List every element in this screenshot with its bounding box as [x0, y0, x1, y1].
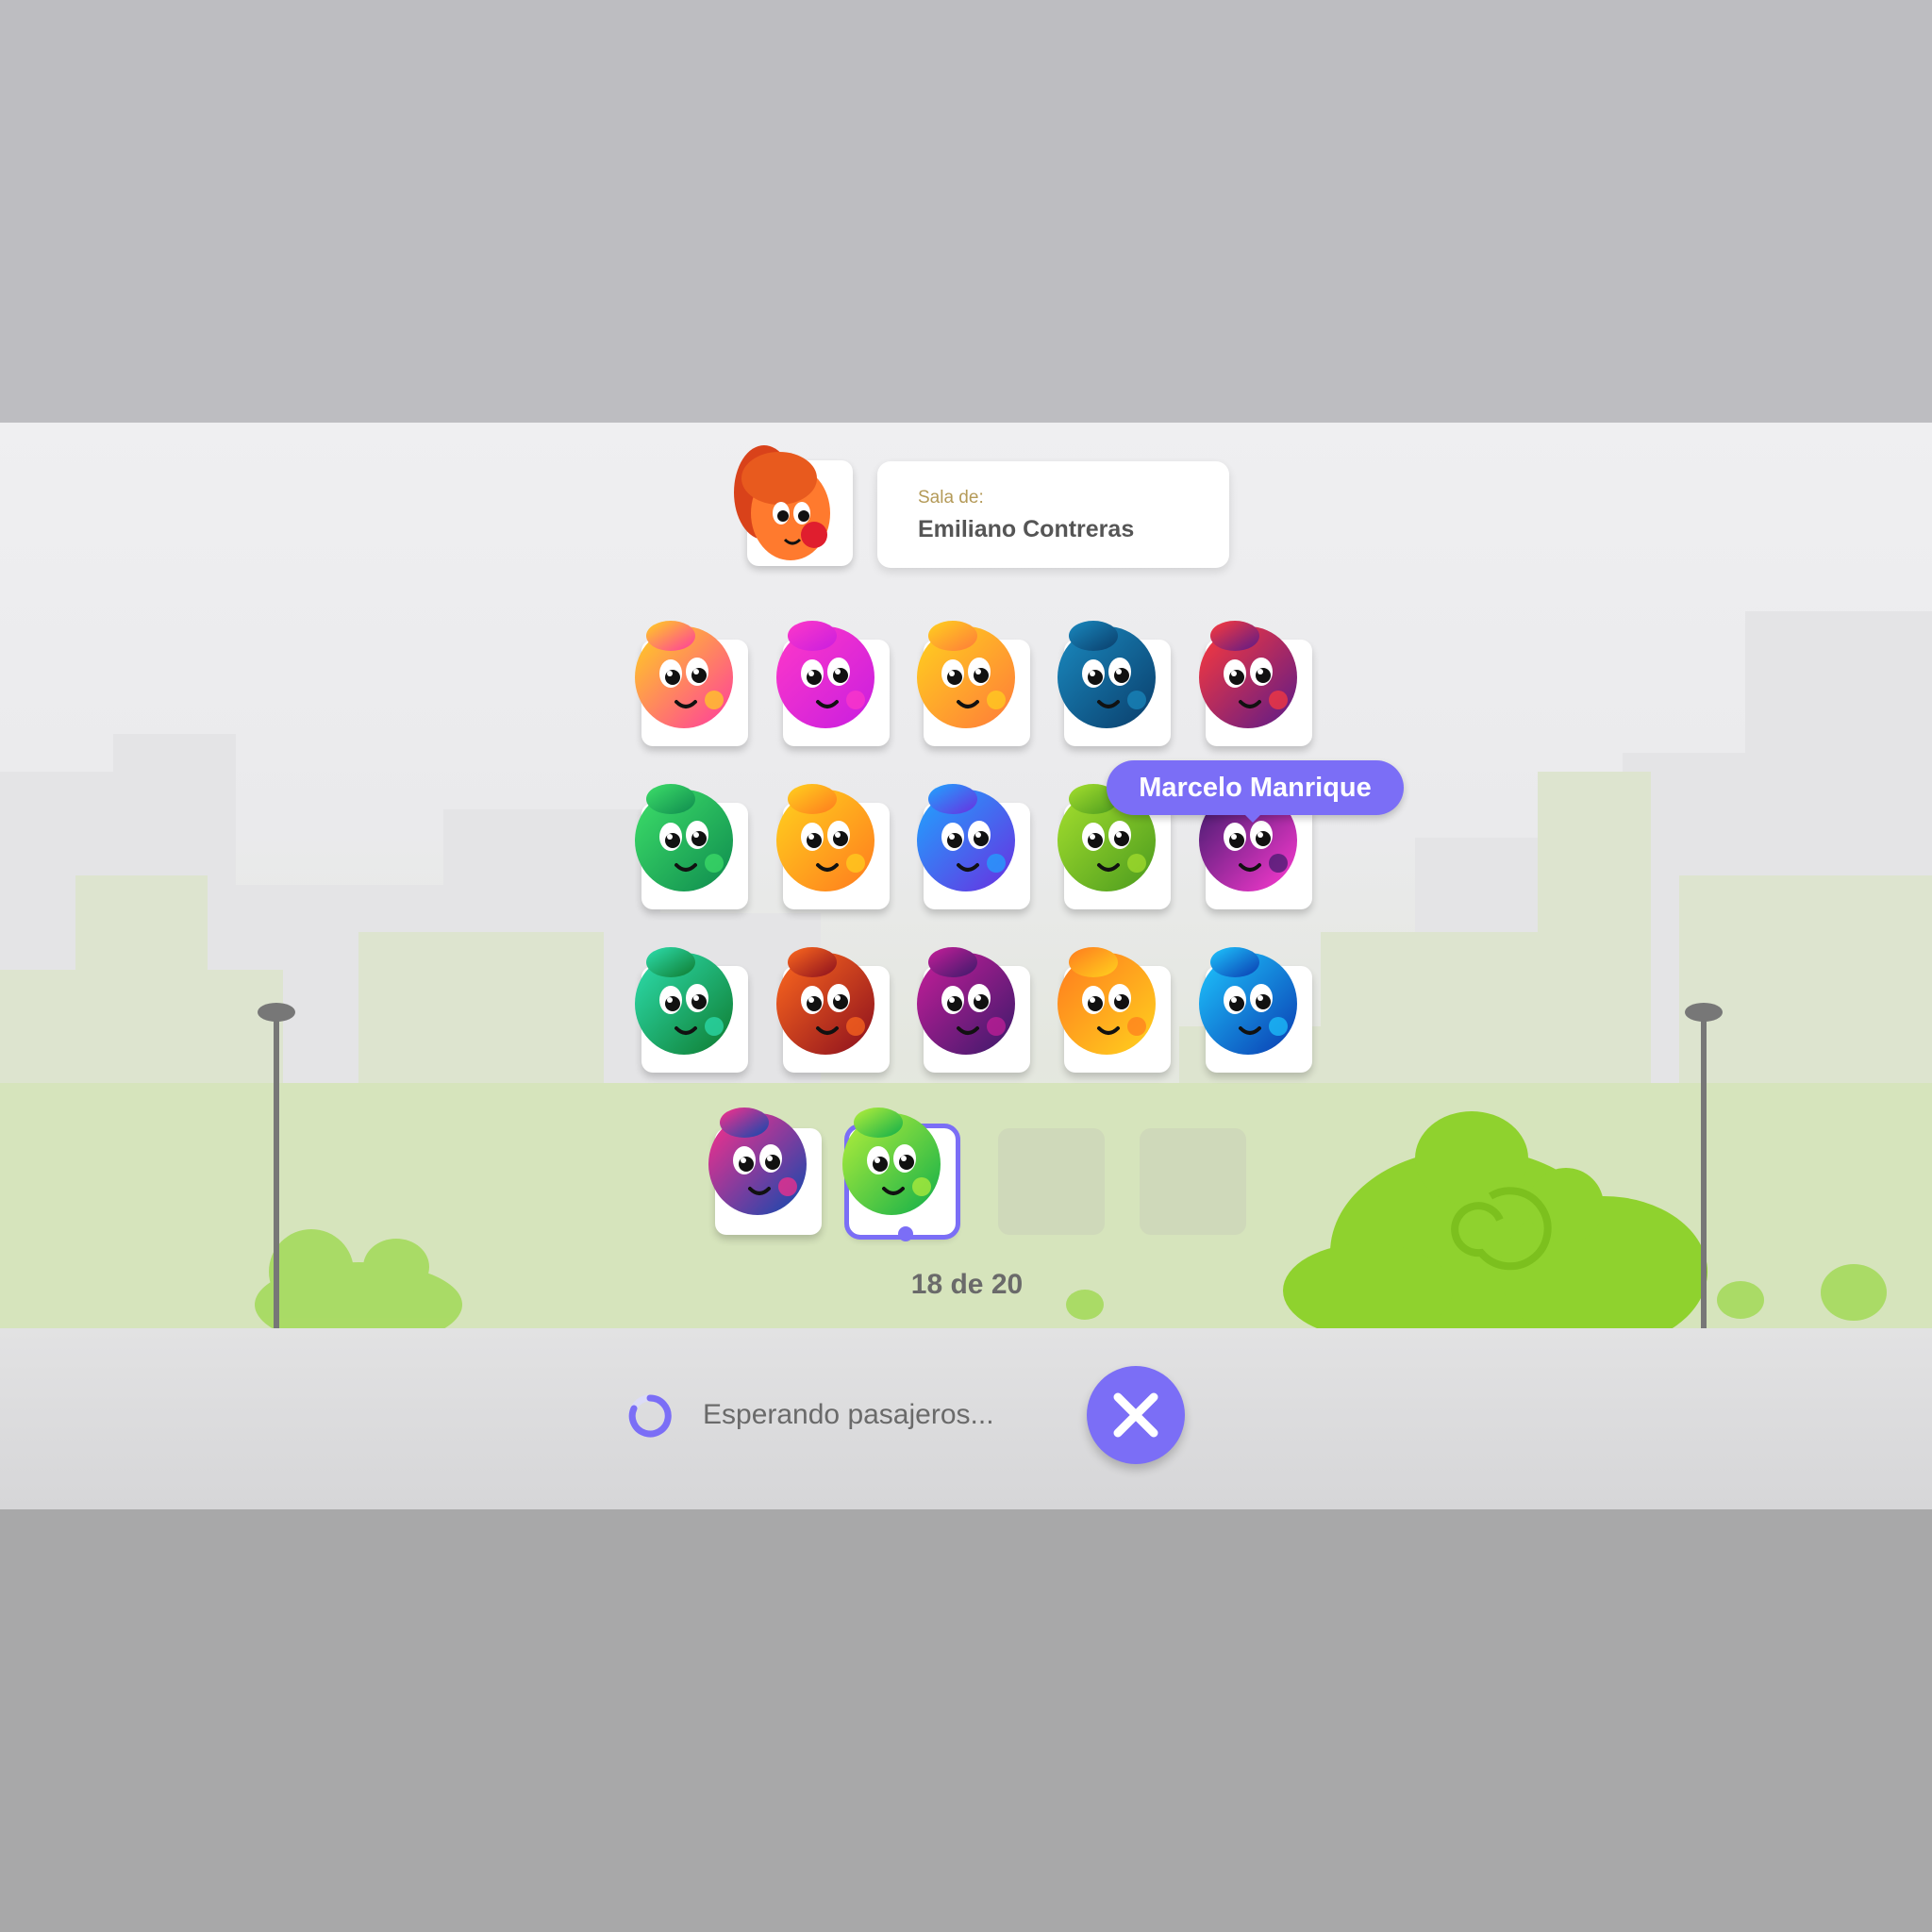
- top-letterbox: [0, 0, 1932, 423]
- room-label: Sala de:: [918, 488, 984, 508]
- room-info-card: Sala de: Emiliano Contreras: [877, 461, 1229, 568]
- bottom-letterbox: [0, 1509, 1932, 1932]
- selected-indicator-dot: [898, 1226, 913, 1241]
- loading-spinner-icon: [628, 1394, 672, 1438]
- player-avatar-10[interactable]: [627, 941, 739, 1060]
- player-avatar-0[interactable]: [627, 615, 739, 734]
- tooltip-arrow: [1243, 813, 1262, 823]
- cancel-button[interactable]: [1087, 1366, 1185, 1464]
- player-avatar-2[interactable]: [909, 615, 1021, 734]
- player-avatar-4[interactable]: [1191, 615, 1303, 734]
- player-avatar-11[interactable]: [769, 941, 880, 1060]
- empty-player-slot: [1140, 1128, 1246, 1235]
- player-avatar-1[interactable]: [769, 615, 880, 734]
- player-avatar-3[interactable]: [1050, 615, 1161, 734]
- player-avatar-14[interactable]: [1191, 941, 1303, 1060]
- empty-player-slot: [998, 1128, 1105, 1235]
- player-avatar-15[interactable]: [701, 1102, 812, 1221]
- player-avatar-13[interactable]: [1050, 941, 1161, 1060]
- player-avatar-7[interactable]: [909, 778, 1021, 897]
- player-avatar-12[interactable]: [909, 941, 1021, 1060]
- player-avatar-16[interactable]: [835, 1102, 946, 1221]
- player-avatar-6[interactable]: [769, 778, 880, 897]
- host-avatar: [734, 445, 830, 560]
- room-owner-name: Emiliano Contreras: [918, 516, 1135, 542]
- waiting-status-text: Esperando pasajeros...: [703, 1399, 994, 1430]
- player-avatar-5[interactable]: [627, 778, 739, 897]
- player-counter: 18 de 20: [910, 1269, 1024, 1300]
- player-name-tooltip: Marcelo Manrique: [1107, 760, 1404, 815]
- close-icon: [1113, 1392, 1158, 1438]
